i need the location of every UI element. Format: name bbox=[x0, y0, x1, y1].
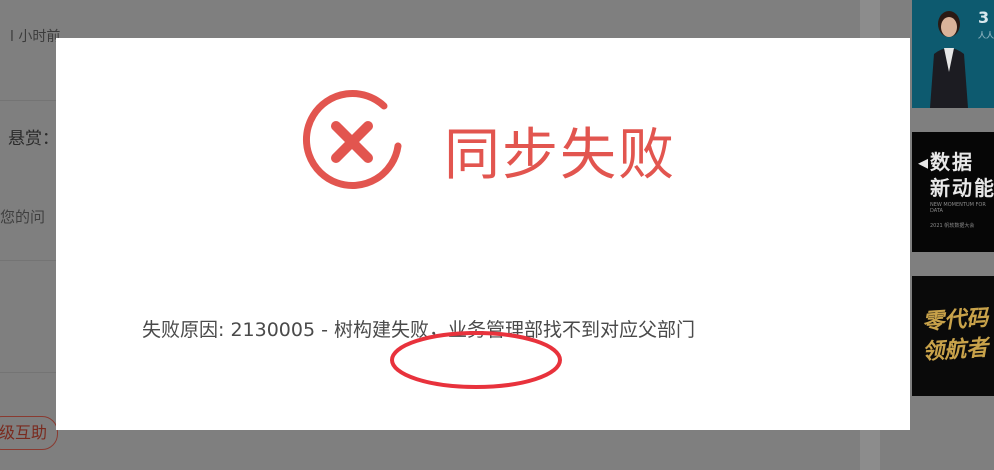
annotation-ellipse bbox=[390, 331, 562, 389]
ad1-sub: 人人 bbox=[978, 31, 994, 40]
reason-prefix: 失败原因: 2130005 bbox=[142, 319, 316, 341]
post-time: l 小时前 bbox=[10, 29, 61, 45]
ad-banner-3[interactable]: 零代码 领航者 bbox=[912, 276, 994, 396]
ad3-line2: 领航者 bbox=[921, 335, 989, 366]
ad-banner-1[interactable]: 3 人人 bbox=[912, 0, 994, 108]
ad2-en: NEW MOMENTUM FOR DATA bbox=[930, 202, 986, 214]
ad2-event: 2021 帆软数据大会 bbox=[930, 223, 975, 229]
ad-banner-2[interactable]: ◂数据 新动能 NEW MOMENTUM FOR DATA 2021 帆软数据大… bbox=[912, 132, 994, 252]
question-text: 您的问 bbox=[0, 208, 46, 226]
dialog-title: 同步失败 bbox=[444, 123, 676, 188]
close-circle-icon bbox=[302, 90, 402, 189]
person-image bbox=[930, 11, 968, 108]
mutual-help-tag[interactable]: 级互助 bbox=[0, 416, 59, 450]
ad1-headline: 3 bbox=[978, 8, 990, 27]
reward-label: 悬赏： bbox=[8, 129, 59, 149]
ad2-line1: ◂数据 bbox=[918, 150, 975, 174]
ad2-line2: 新动能 bbox=[930, 176, 994, 200]
sync-result-dialog: 同步失败 失败原因: 2130005 - 树构建失败，业务管理部找不到对应父部门 bbox=[56, 38, 910, 430]
